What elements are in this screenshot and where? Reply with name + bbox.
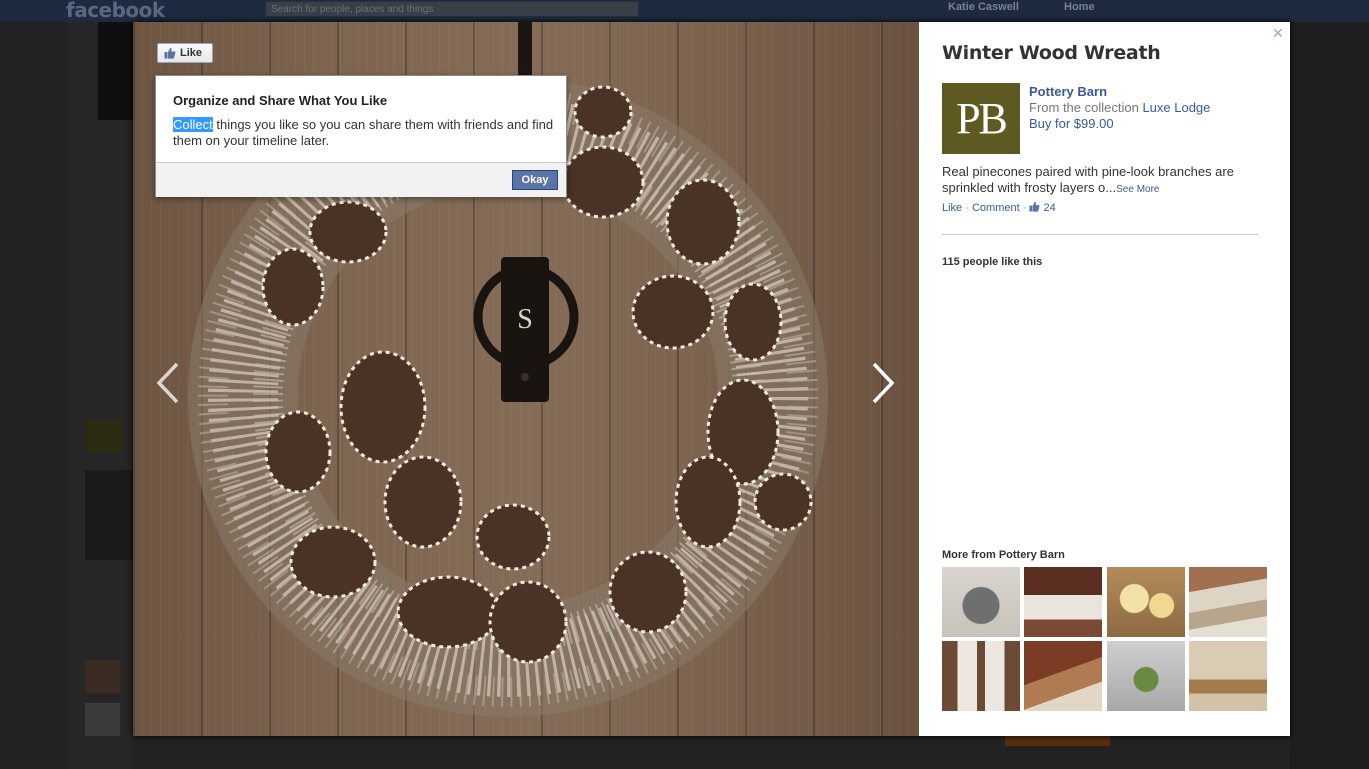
home-link[interactable]: Home <box>1064 1 1095 13</box>
product-thumbnail[interactable] <box>1024 641 1102 711</box>
collection-line: From the collection Luxe Lodge <box>1029 100 1210 115</box>
background-post-photo <box>98 22 133 120</box>
product-photo: S Like Organize and Share What You Like … <box>133 22 919 736</box>
product-thumbnail[interactable] <box>1189 641 1267 711</box>
product-thumbnail[interactable] <box>1107 641 1185 711</box>
like-button-label: Like <box>180 47 203 59</box>
comment-link[interactable]: Comment <box>972 202 1020 214</box>
product-thumbnail[interactable] <box>1024 567 1102 637</box>
background-thumb <box>85 470 133 560</box>
selected-text: Collect <box>173 117 213 132</box>
collection-prefix: From the collection <box>1029 100 1143 115</box>
facebook-logo: facebook <box>66 0 165 22</box>
like-link[interactable]: Like <box>942 202 962 214</box>
collection-link[interactable]: Luxe Lodge <box>1142 100 1210 115</box>
product-thumbnail[interactable] <box>1189 567 1267 637</box>
background-thumb <box>85 660 120 693</box>
background-thumb <box>85 703 120 736</box>
product-thumbnail[interactable] <box>942 641 1020 711</box>
chevron-left-icon[interactable] <box>153 360 183 406</box>
background-ad <box>1005 736 1110 746</box>
description-text: Real pinecones paired with pine-look bra… <box>942 164 1234 195</box>
more-from-heading: More from Pottery Barn <box>942 549 1065 561</box>
people-like-count[interactable]: 115 people like this <box>942 256 1042 268</box>
background-left-column <box>68 22 133 769</box>
popup-title: Organize and Share What You Like <box>173 93 388 108</box>
background-right-column <box>1290 22 1369 769</box>
divider <box>942 234 1258 235</box>
okay-button[interactable]: Okay <box>512 170 558 190</box>
product-thumbnail[interactable] <box>1107 567 1185 637</box>
top-navbar: facebook Search for people, places and t… <box>0 0 1369 22</box>
like-count[interactable]: 24 <box>1044 202 1056 214</box>
photo-theater: S Like Organize and Share What You Like … <box>133 22 1290 736</box>
product-thumbnail[interactable] <box>942 567 1020 637</box>
product-sidebar: Winter Wood Wreath PB Pottery Barn From … <box>919 22 1290 736</box>
svg-text:S: S <box>517 304 533 335</box>
action-bar: Like · Comment · 24 <box>942 201 1056 214</box>
product-description: Real pinecones paired with pine-look bra… <box>942 164 1262 198</box>
buy-link[interactable]: Buy for $99.00 <box>1029 116 1114 131</box>
popup-body: Collect things you like so you can share… <box>173 117 558 149</box>
product-title: Winter Wood Wreath <box>942 42 1161 64</box>
collect-tooltip-popup: Organize and Share What You Like Collect… <box>155 75 567 197</box>
search-input[interactable]: Search for people, places and things <box>265 1 639 17</box>
popup-body-text: things you like so you can share them wi… <box>173 117 554 148</box>
chevron-right-icon[interactable] <box>868 360 898 406</box>
like-button[interactable]: Like <box>157 43 213 63</box>
background-pb-avatar <box>85 420 123 452</box>
see-more-link[interactable]: See More <box>1116 184 1159 195</box>
thumbs-up-icon <box>164 47 176 59</box>
popup-footer: Okay <box>156 162 566 197</box>
pottery-barn-logo[interactable]: PB <box>942 83 1020 154</box>
thumbs-up-icon <box>1029 201 1041 212</box>
seller-link[interactable]: Pottery Barn <box>1029 84 1107 99</box>
user-name-link[interactable]: Katie Caswell <box>948 1 1019 13</box>
